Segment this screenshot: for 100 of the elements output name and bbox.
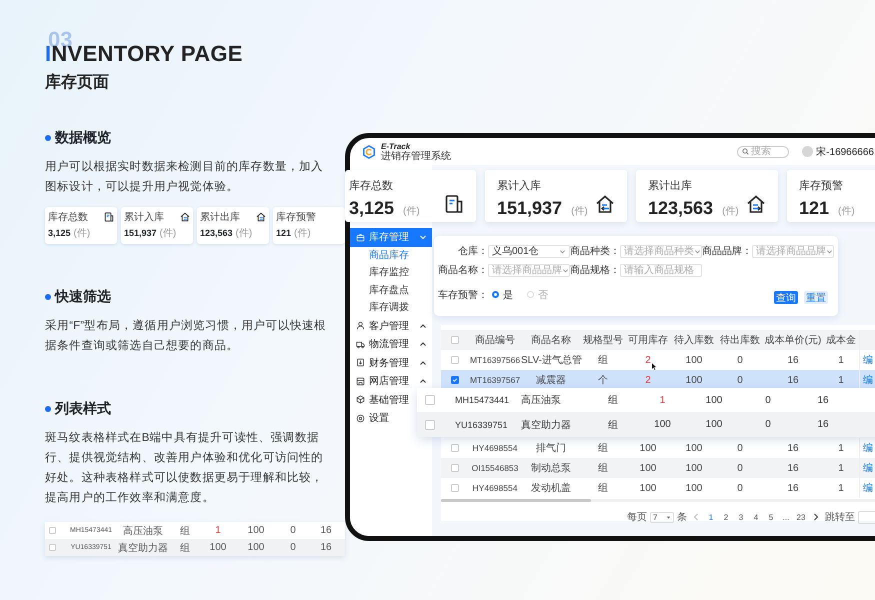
table-cell-text: 真空助力器 — [521, 418, 572, 432]
table-cell-text: 100 — [684, 442, 704, 454]
nav-item[interactable]: 库存管理 — [350, 228, 432, 246]
table-cell-text: 100 — [638, 442, 658, 454]
filter-label: 商品种类： — [570, 244, 620, 258]
table-cell-text: 1 — [837, 462, 845, 474]
table-cell-text: 个 — [597, 374, 609, 387]
table-cell-text: YU16339751 — [455, 420, 509, 430]
table-cell-text: 高压油泵 — [521, 394, 562, 407]
table-cell-text: 1 — [214, 525, 222, 536]
filter-label: 商品品牌： — [702, 244, 752, 258]
page-link[interactable]: 3 — [735, 512, 747, 522]
table-cell-text: 100 — [208, 542, 228, 553]
nav-item[interactable]: 物流管理 — [350, 335, 432, 354]
edit-link[interactable]: 编 — [863, 353, 873, 367]
page-link[interactable]: 5 — [765, 512, 777, 522]
table-row[interactable]: OI15546853 制动总泵 组 100 100 0 16 1 编 — [441, 458, 875, 478]
page-link[interactable]: 2 — [720, 512, 732, 522]
table-cell: MT16397567 — [469, 375, 521, 385]
nav-item[interactable]: 财务管理 — [350, 354, 432, 372]
filter-label: 仓库： — [457, 244, 488, 258]
column-header: 成本单价(元) — [764, 334, 822, 347]
table-row[interactable]: MH15473441 高压油泵 组 1 100 0 16 — [417, 388, 875, 412]
stat-unit: (件) — [160, 227, 176, 240]
stat-unit: (件) — [571, 205, 588, 218]
table-cell-text: 组 — [607, 394, 619, 407]
table-cell-text: 0 — [736, 442, 744, 454]
table-cell-text: 1 — [837, 374, 845, 386]
column-header: 商品编号 — [474, 334, 516, 347]
section-heading: 数据概览 — [55, 129, 111, 147]
table-cell-text: 16 — [786, 442, 800, 454]
table-cell-text: 0 — [764, 394, 772, 406]
table-row[interactable]: MT16397567 减震器 个 2 100 0 16 1 编 — [441, 370, 875, 390]
nav-item[interactable]: 设置 — [350, 409, 394, 428]
stat-label: 累计入库 — [497, 178, 542, 193]
radio-label[interactable]: 是 — [503, 288, 513, 302]
nav-subitem[interactable]: 库存调拨 — [369, 299, 409, 316]
stat-unit: (件) — [236, 227, 252, 240]
table-cell-text: 100 — [246, 542, 266, 553]
section-heading: 快速筛选 — [55, 288, 111, 306]
table-cell-text: 高压油泵 — [122, 524, 164, 538]
user-name[interactable]: 宋-16966666 — [816, 144, 874, 158]
nav-item[interactable]: 客户管理 — [350, 316, 432, 335]
table-cell-text: 组 — [597, 442, 609, 455]
stat-value: 151,937 — [124, 228, 157, 238]
section-paragraph: 用户可以根据实时数据来检测目前的库存数量，加入图标设计，可以提升用户视觉体验。 — [45, 159, 324, 195]
column-header: 可用库存 — [627, 334, 669, 347]
table-cell-text: OI15546853 — [470, 463, 520, 473]
table-cell-text: 1 — [658, 394, 666, 406]
table-cell-text: 1 — [837, 482, 845, 494]
table-cell-text: 组 — [179, 524, 191, 538]
table-cell-text: 真空助力器 — [117, 542, 169, 554]
table-cell-text: 16 — [786, 482, 800, 494]
column-header: 商品名称 — [530, 334, 572, 347]
stat-label: 库存总数 — [349, 178, 394, 193]
stat-value: 121 — [799, 198, 830, 219]
stat-value: 123,563 — [648, 198, 714, 219]
table-cell-text: 16 — [816, 394, 830, 406]
table-cell-text: 0 — [289, 525, 297, 536]
table-row[interactable]: YU16339751 真空助力器 组 100 100 0 16 — [417, 412, 875, 437]
table-cell-text: 16 — [319, 525, 333, 536]
nav-subitem[interactable]: 库存盘点 — [369, 282, 409, 299]
table-cell-text: 组 — [179, 542, 191, 554]
query-button[interactable]: 查询 — [774, 291, 798, 304]
edit-link[interactable]: 编 — [863, 481, 873, 495]
page-size-unit: 条 — [677, 511, 687, 524]
edit-link[interactable]: 编 — [863, 461, 873, 475]
table-cell-text: 100 — [638, 462, 658, 474]
table-cell-text: HY4698554 — [472, 483, 518, 493]
table-cell-text: 16 — [816, 419, 830, 430]
page-subtitle: 库存页面 — [45, 72, 110, 93]
nav-item[interactable]: 网店管理 — [350, 372, 432, 390]
stat-label: 库存预警 — [276, 210, 316, 224]
nav-item[interactable]: 基础管理 — [350, 390, 414, 409]
section-heading: 列表样式 — [55, 400, 111, 418]
section-paragraph: 斑马纹表格样式在B端中具有提升可读性、强调数据行、提供视觉结构、改善用户体验和优化可访问性的好处。这种表格样式可以使数据更易于理解和比较，提高用户的工作效率和满意度。 — [45, 430, 324, 506]
page-link[interactable]: 4 — [750, 512, 762, 522]
nav-subitem[interactable]: 商品库存 — [369, 246, 409, 264]
table-cell-text: 组 — [597, 462, 609, 475]
brand-subtitle: 进销存管理系统 — [381, 152, 451, 162]
table-cell-text: 16 — [786, 354, 800, 366]
select-field[interactable]: 义乌001仓 — [488, 244, 570, 258]
page-size-select[interactable]: 7 — [650, 512, 674, 522]
table-cell-text: 100 — [684, 354, 704, 366]
page-link[interactable]: 23 — [795, 512, 807, 522]
table-cell-text: 0 — [736, 374, 744, 386]
stat-unit: (件) — [403, 205, 420, 218]
page-link[interactable]: 1 — [705, 512, 717, 522]
stat-unit: (件) — [74, 227, 90, 240]
page-size-label: 每页 — [627, 511, 647, 524]
table-cell-text: 100 — [684, 462, 704, 474]
table-cell: MT16397566 — [469, 355, 521, 365]
edit-link[interactable]: 编 — [863, 441, 873, 455]
stat-unit: (件) — [722, 205, 739, 218]
page-link[interactable]: ... — [780, 512, 792, 522]
table-cell-text: HY4698554 — [472, 443, 518, 453]
reset-button[interactable]: 重置 — [804, 291, 828, 304]
nav-subitem[interactable]: 库存监控 — [369, 264, 409, 282]
stat-label: 累计出库 — [200, 210, 240, 224]
jump-label: 跳转至 — [825, 510, 855, 524]
